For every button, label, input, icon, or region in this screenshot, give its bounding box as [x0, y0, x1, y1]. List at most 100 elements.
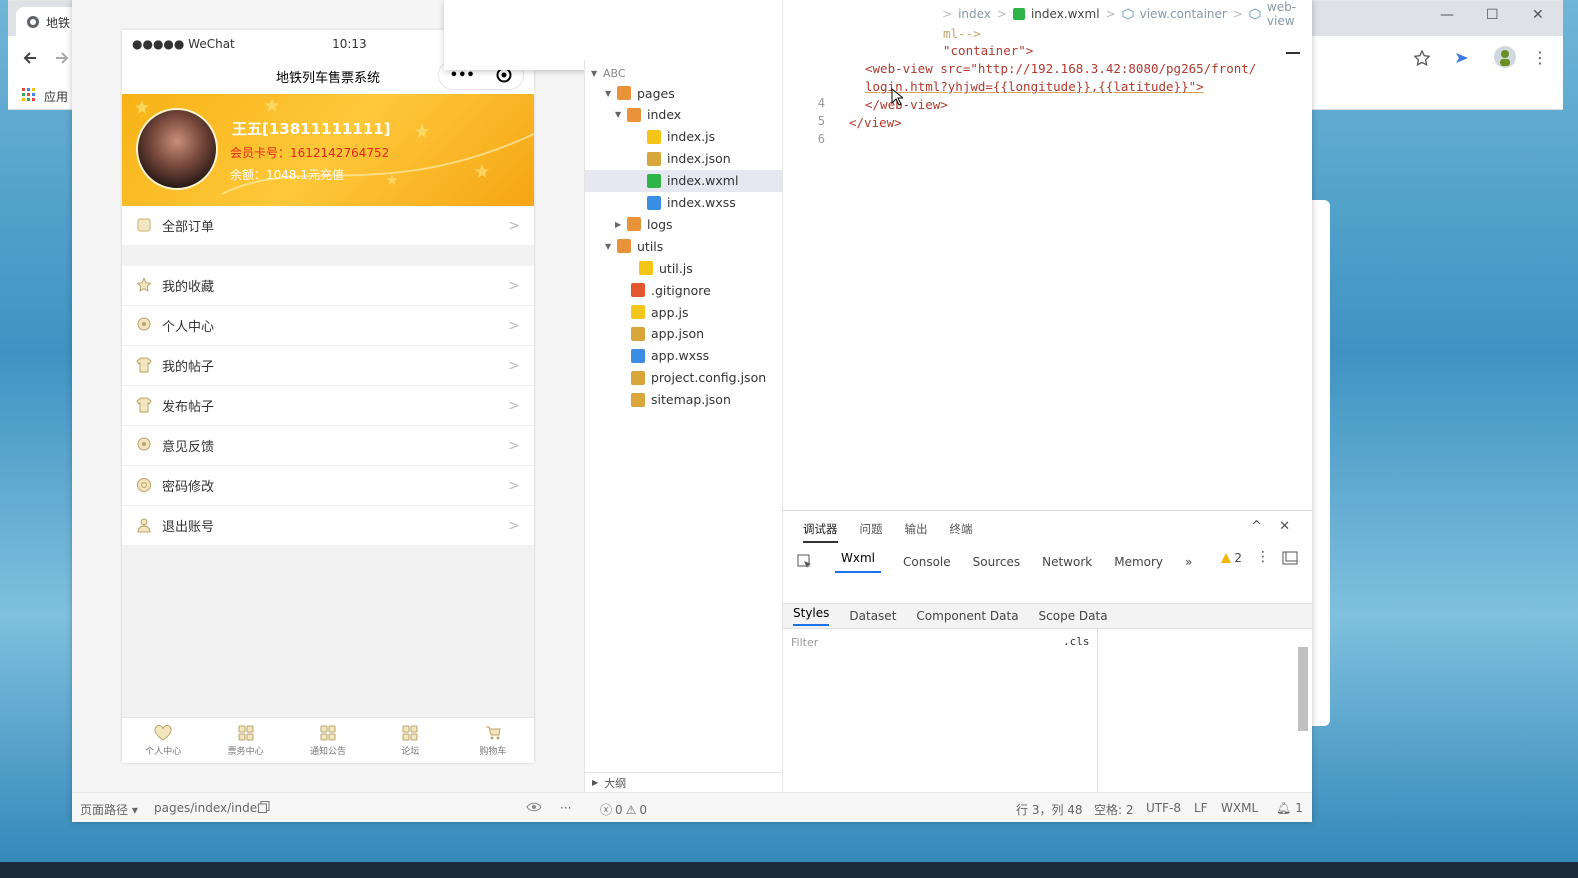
more-menu-icon[interactable]: ⋮	[1532, 48, 1548, 67]
page-path-label[interactable]: 页面路径 ▾	[80, 801, 138, 818]
minimize-button[interactable]: —	[1440, 7, 1454, 23]
tab-debugger[interactable]: 调试器	[803, 521, 838, 543]
tab-terminal[interactable]: 终端	[950, 521, 973, 543]
tab-wxml[interactable]: Wxml	[835, 551, 881, 573]
more-options-icon[interactable]: ···	[560, 801, 571, 815]
breadcrumb-sep: >	[1105, 7, 1116, 21]
encoding[interactable]: UTF-8	[1146, 801, 1181, 815]
close-panel-icon[interactable]: ✕	[1279, 519, 1290, 534]
tree-item-label: util.js	[659, 260, 693, 276]
globe-icon	[26, 15, 40, 29]
tree-file[interactable]: project.config.json	[585, 367, 783, 389]
menu-item[interactable]: 密码修改 >	[122, 466, 534, 506]
error-count: 0	[615, 802, 623, 817]
code-editor[interactable]: 4 5 6 ml--> "container"> <web-view src="…	[782, 0, 1302, 510]
forward-arrow-icon[interactable]	[54, 50, 70, 66]
tree-file[interactable]: .gitignore	[585, 279, 783, 301]
tabbar-item[interactable]: 购物车	[452, 718, 534, 763]
recharge-link[interactable]: 充值	[320, 168, 344, 182]
menu-list: 我的收藏 > 个人中心 > 我的帖子 > 发布帖子 > 意见反馈 > 密码修改 > 退出账号 >	[122, 266, 534, 546]
tabbar-item[interactable]: 个人中心	[122, 718, 204, 763]
tree-root[interactable]: ▼ ABC	[591, 62, 626, 84]
tree-file[interactable]: app.wxss	[585, 345, 783, 367]
menu-item[interactable]: 我的收藏 >	[122, 266, 534, 306]
debugger-panel: 调试器 问题 输出 终端 ^ ✕ Wxml Console Sources Ne…	[782, 510, 1312, 795]
indentation[interactable]: 空格: 2	[1094, 801, 1134, 818]
cls-toggle[interactable]: .cls	[1063, 635, 1090, 648]
folder-icon	[617, 86, 631, 100]
warning-count[interactable]: 2	[1220, 551, 1242, 565]
tree-folder[interactable]: ▼ pages	[585, 82, 783, 104]
user-name: 王五[13811111111]	[232, 120, 391, 138]
profile-avatar[interactable]	[1494, 46, 1516, 68]
windows-taskbar	[0, 862, 1578, 878]
menu-item[interactable]: 意见反馈 >	[122, 426, 534, 466]
breadcrumb-item[interactable]: index.wxml	[1031, 7, 1100, 21]
tab-memory[interactable]: Memory	[1114, 555, 1163, 569]
notifications[interactable]: 🔔︎ 1	[1276, 801, 1303, 815]
tree-file[interactable]: index.js	[585, 126, 783, 148]
all-orders-row[interactable]: 全部订单 >	[122, 206, 534, 246]
tree-file[interactable]: index.json	[585, 148, 783, 170]
menu-item[interactable]: 退出账号 >	[122, 506, 534, 546]
tab-network[interactable]: Network	[1042, 555, 1092, 569]
back-arrow-icon[interactable]	[22, 50, 38, 66]
browser-tab[interactable]: 地铁	[16, 7, 80, 37]
line-ending[interactable]: LF	[1194, 801, 1208, 815]
tree-file[interactable]: app.js	[585, 301, 783, 323]
user-avatar[interactable]	[136, 108, 218, 190]
tabbar-item[interactable]: 通知公告	[287, 718, 369, 763]
problems-count[interactable]: ⓧ 0 ⚠ 0	[600, 801, 647, 818]
breadcrumb-item[interactable]: view.container	[1140, 7, 1227, 21]
apps-bookmark[interactable]: 应用	[44, 88, 68, 105]
phone-simulator: ●●●●● WeChat 10:13 地铁列车售票系统 ••• 王五[13811…	[122, 30, 534, 763]
scrollbar[interactable]	[1298, 641, 1308, 791]
eye-icon[interactable]	[526, 801, 542, 813]
tree-file[interactable]: index.wxss	[585, 192, 783, 214]
scrollbar-thumb[interactable]	[1298, 647, 1308, 731]
tab-scope-data[interactable]: Scope Data	[1039, 609, 1108, 623]
tabbar-item[interactable]: 论坛	[369, 718, 451, 763]
tree-file[interactable]: app.json	[585, 323, 783, 345]
tree-file[interactable]: util.js	[585, 257, 783, 279]
star-icon	[136, 276, 154, 295]
tree-folder[interactable]: ▶ logs	[585, 213, 783, 235]
tab-component-data[interactable]: Component Data	[916, 609, 1018, 623]
tree-folder[interactable]: ▼ index	[585, 104, 783, 126]
tree-folder[interactable]: ▼ utils	[585, 235, 783, 257]
close-window-button[interactable]: ✕	[1532, 7, 1544, 23]
styles-filter-input[interactable]: Filter	[785, 631, 1097, 653]
language-mode[interactable]: WXML	[1221, 801, 1258, 815]
bookmark-star-icon[interactable]	[1414, 50, 1430, 66]
tab-dataset[interactable]: Dataset	[849, 609, 896, 623]
breadcrumb-item[interactable]: web-view	[1267, 0, 1312, 28]
more-tabs-button[interactable]: »	[1185, 555, 1192, 569]
tab-problems[interactable]: 问题	[860, 521, 883, 543]
background-panel	[1310, 200, 1330, 726]
devtools-menu-icon[interactable]: ⋮	[1256, 549, 1270, 565]
tab-console[interactable]: Console	[903, 555, 951, 569]
copy-icon[interactable]	[258, 801, 270, 813]
collapse-panel-icon[interactable]: ^	[1251, 519, 1262, 534]
cursor-position[interactable]: 行 3，列 48	[1016, 801, 1083, 818]
tabbar-item[interactable]: 票务中心	[204, 718, 286, 763]
tab-output[interactable]: 输出	[905, 521, 928, 543]
tree-file[interactable]: index.wxml	[585, 169, 783, 192]
styles-tabs: Styles Dataset Component Data Scope Data	[783, 603, 1312, 629]
menu-item[interactable]: 发布帖子 >	[122, 386, 534, 426]
menu-item[interactable]: 我的帖子 >	[122, 346, 534, 386]
extension-icon[interactable]	[1454, 50, 1470, 66]
apps-grid-icon[interactable]	[22, 88, 36, 102]
breadcrumb-sep: >	[1232, 7, 1243, 21]
tab-styles[interactable]: Styles	[793, 606, 830, 626]
tree-file[interactable]: sitemap.json	[585, 389, 783, 411]
breadcrumb-item[interactable]: index	[958, 7, 991, 21]
dock-icon[interactable]	[1282, 551, 1298, 565]
split-divider[interactable]	[1097, 629, 1098, 795]
tab-sources[interactable]: Sources	[973, 555, 1020, 569]
menu-item[interactable]: 个人中心 >	[122, 306, 534, 346]
maximize-button[interactable]: ☐	[1486, 7, 1499, 23]
inspect-element-icon[interactable]	[797, 554, 813, 570]
tree-item-label: app.json	[651, 326, 705, 342]
outline-panel[interactable]: ▶ 大纲	[584, 772, 782, 792]
